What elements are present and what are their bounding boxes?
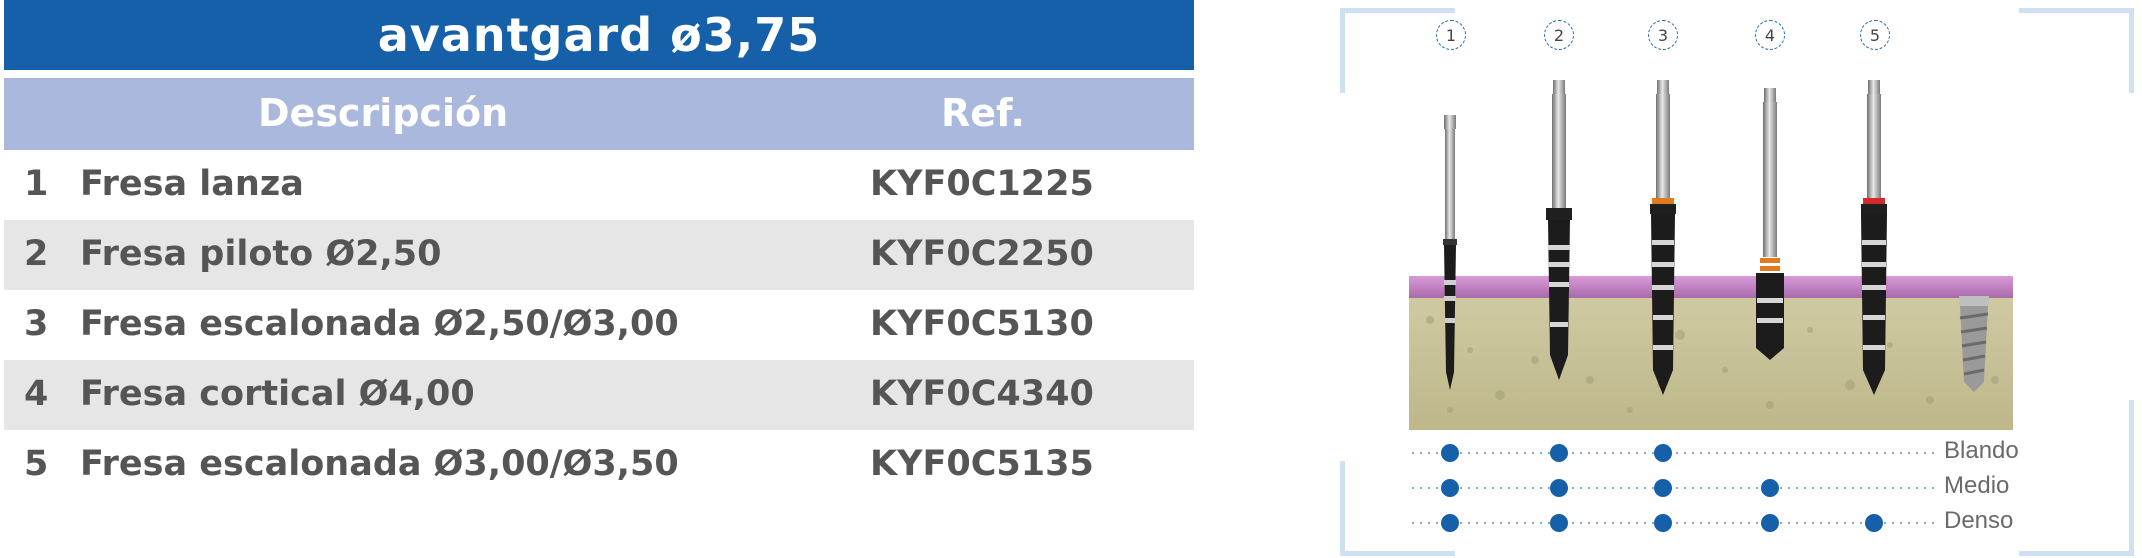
table-row: 2 Fresa piloto Ø2,50 KYF0C2250 bbox=[4, 220, 1194, 290]
row-description: Fresa piloto Ø2,50 bbox=[80, 234, 442, 274]
density-label-denso: Denso bbox=[1944, 507, 2014, 534]
row-description: Fresa escalonada Ø3,00/Ø3,50 bbox=[80, 444, 679, 484]
dot-medio-1 bbox=[1441, 479, 1459, 497]
row-description: Fresa cortical Ø4,00 bbox=[80, 374, 475, 414]
dot-medio-4 bbox=[1761, 479, 1779, 497]
table-row: 4 Fresa cortical Ø4,00 KYF0C4340 bbox=[4, 360, 1194, 430]
drill-5 bbox=[1861, 80, 1887, 395]
dot-blando-1 bbox=[1441, 444, 1459, 462]
drill-2 bbox=[1546, 80, 1572, 380]
table-header-row: Descripción Ref. bbox=[4, 78, 1194, 150]
table-title: avantgard ø3,75 bbox=[4, 0, 1194, 70]
dot-denso-1 bbox=[1441, 514, 1459, 532]
row-ref: KYF0C5130 bbox=[870, 304, 1094, 344]
drill-sequence-figure: 1 2 3 4 5 Blando Medio Denso bbox=[1330, 0, 2142, 558]
dot-denso-3 bbox=[1654, 514, 1672, 532]
density-label-medio: Medio bbox=[1944, 472, 2010, 499]
density-label-blando: Blando bbox=[1944, 437, 2019, 464]
density-lines bbox=[1412, 452, 1938, 524]
row-number: 1 bbox=[24, 164, 49, 204]
dot-denso-4 bbox=[1761, 514, 1779, 532]
table-row: 5 Fresa escalonada Ø3,00/Ø3,50 KYF0C5135 bbox=[4, 430, 1194, 500]
row-description: Fresa escalonada Ø2,50/Ø3,00 bbox=[80, 304, 679, 344]
header-ref: Ref. bbox=[941, 91, 1025, 135]
dot-blando-2 bbox=[1550, 444, 1568, 462]
row-ref: KYF0C2250 bbox=[870, 234, 1094, 274]
gum-layer bbox=[1409, 276, 2013, 298]
table-row: 3 Fresa escalonada Ø2,50/Ø3,00 KYF0C5130 bbox=[4, 290, 1194, 360]
drill-4 bbox=[1756, 88, 1784, 360]
row-ref: KYF0C4340 bbox=[870, 374, 1094, 414]
dot-denso-2 bbox=[1550, 514, 1568, 532]
dot-medio-2 bbox=[1550, 479, 1568, 497]
row-description: Fresa lanza bbox=[80, 164, 304, 204]
header-description: Descripción bbox=[258, 91, 509, 135]
drill-table-panel: avantgard ø3,75 Descripción Ref. 1 Fresa… bbox=[0, 0, 1200, 558]
density-dots bbox=[1441, 444, 1883, 532]
drill-3 bbox=[1650, 80, 1676, 395]
table-row: 1 Fresa lanza KYF0C1225 bbox=[4, 150, 1194, 220]
row-ref: KYF0C1225 bbox=[870, 164, 1094, 204]
row-ref: KYF0C5135 bbox=[870, 444, 1094, 484]
dot-blando-3 bbox=[1654, 444, 1672, 462]
row-number: 3 bbox=[24, 304, 49, 344]
drill-illustration bbox=[1409, 80, 2013, 532]
dot-medio-3 bbox=[1654, 479, 1672, 497]
dot-denso-5 bbox=[1865, 514, 1883, 532]
row-number: 4 bbox=[24, 374, 49, 414]
row-number: 5 bbox=[24, 444, 49, 484]
bone-block bbox=[1409, 296, 2013, 430]
row-number: 2 bbox=[24, 234, 49, 274]
